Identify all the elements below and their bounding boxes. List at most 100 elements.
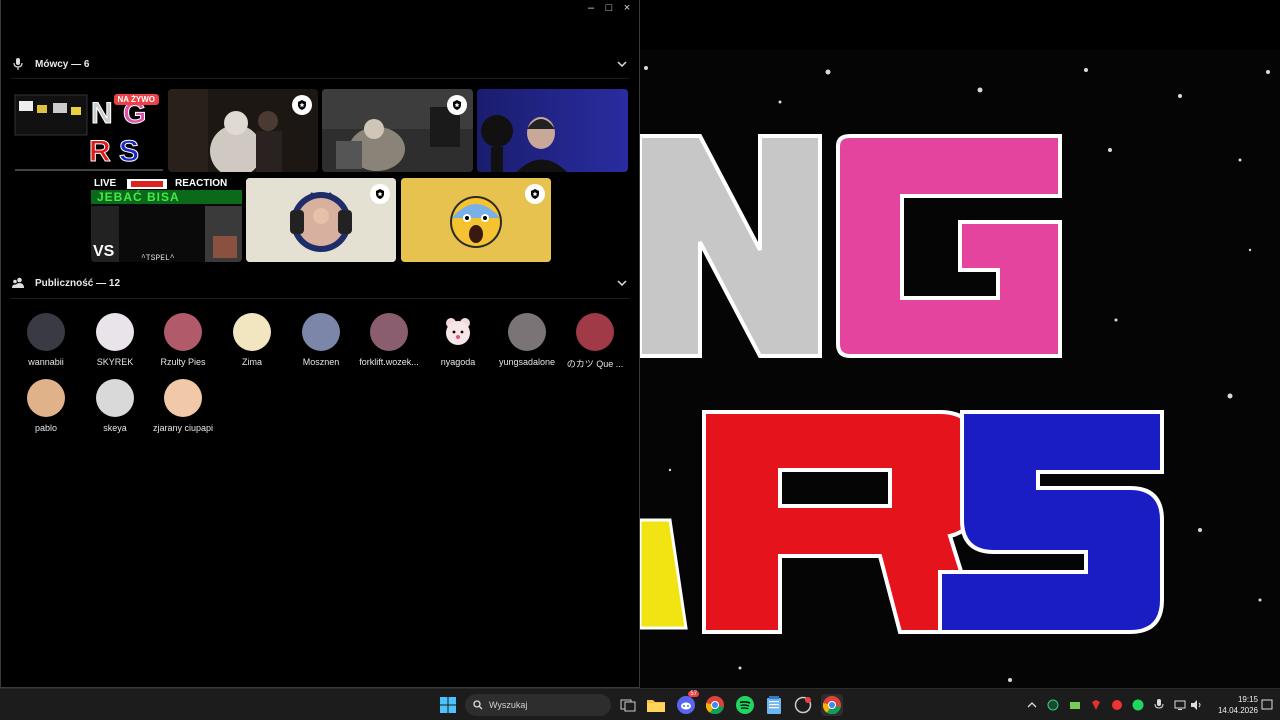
audience-member[interactable]: forklift.wozek...	[355, 313, 423, 367]
avatar	[164, 313, 202, 351]
reaction-label: REACTION	[175, 178, 228, 189]
speaker-tile-2[interactable]	[168, 89, 318, 172]
avatar	[370, 313, 408, 351]
member-name: Mosznen	[302, 357, 340, 367]
member-name: pablo	[34, 423, 58, 433]
audience-member[interactable]: のカツ Que ...	[561, 313, 629, 370]
notification-badge: 57	[688, 691, 699, 697]
speaker-tile-avatar-6[interactable]	[246, 178, 396, 262]
audience-member[interactable]: Rzulty Pies	[149, 313, 217, 367]
speaker-tile-stream[interactable]: N G R S NA ŻYWO	[13, 89, 165, 172]
member-name: forklift.wozek...	[359, 357, 419, 367]
audience-header[interactable]: Publiczność — 12	[11, 272, 629, 294]
clock[interactable]: 19:15 14.04.2026	[1206, 694, 1258, 716]
app-icon[interactable]	[792, 694, 814, 716]
microphone-icon[interactable]	[1152, 698, 1166, 712]
audience-title: Publiczność — 12	[35, 277, 121, 289]
audience-member[interactable]: Zima	[218, 313, 286, 367]
chevron-down-icon[interactable]	[615, 276, 629, 290]
close-button[interactable]: ×	[621, 2, 633, 14]
audience-member[interactable]: Mosznen	[287, 313, 355, 367]
reaction-caption: JEBAĆ BISA	[97, 190, 180, 204]
task-view-icon[interactable]	[617, 694, 639, 716]
shield-icon	[447, 95, 467, 115]
network-icon[interactable]	[1173, 698, 1187, 712]
member-name: Rzulty Pies	[160, 357, 206, 367]
notifications-icon[interactable]	[1260, 698, 1274, 712]
spotify-tray-icon[interactable]	[1131, 698, 1145, 712]
stage-window: – □ × Mówcy — 6 N G R S NA ŻYWO VS ^TSPE…	[0, 0, 640, 688]
chevron-down-icon[interactable]	[615, 57, 629, 71]
tray-app-icon[interactable]	[1089, 698, 1103, 712]
svg-text:N: N	[91, 97, 113, 130]
audience-member[interactable]: pablo	[12, 379, 80, 433]
speaker-tile-avatar-7[interactable]	[401, 178, 551, 262]
search-placeholder: Wyszukaj	[489, 700, 528, 710]
divider	[11, 78, 629, 79]
member-name: Zima	[242, 357, 262, 367]
shield-icon	[525, 184, 545, 204]
avatar	[96, 379, 134, 417]
people-icon	[11, 276, 25, 290]
avatar	[439, 313, 477, 351]
member-name: nyagoda	[440, 357, 476, 367]
avatar	[302, 313, 340, 351]
avatar	[508, 313, 546, 351]
volume-icon[interactable]	[1189, 698, 1203, 712]
avatar	[96, 313, 134, 351]
start-button[interactable]	[437, 694, 459, 716]
speakers-header[interactable]: Mówcy — 6	[11, 53, 629, 75]
spotify-icon[interactable]	[734, 694, 756, 716]
audience-member[interactable]: SKYREK	[81, 313, 149, 367]
member-name: yungsadalone	[498, 357, 556, 367]
window-controls: – □ ×	[579, 0, 639, 16]
member-name: wannabii	[28, 357, 64, 367]
maximize-button[interactable]: □	[603, 2, 615, 14]
microphone-icon	[11, 57, 25, 71]
shield-icon	[292, 95, 312, 115]
chevron-up-icon[interactable]	[1025, 698, 1039, 712]
video-player[interactable]	[640, 0, 1280, 688]
avatar	[27, 379, 65, 417]
clock-time: 19:15	[1237, 695, 1258, 704]
speakers-title: Mówcy — 6	[35, 58, 90, 70]
audience-member[interactable]: skeya	[81, 379, 149, 433]
speaker-tile-3[interactable]	[322, 89, 473, 172]
svg-text:VS: VS	[93, 243, 115, 260]
avatar	[576, 313, 614, 351]
live-badge: NA ŻYWO	[113, 94, 159, 105]
taskbar-search[interactable]: Wyszukaj	[465, 694, 611, 716]
svg-text:^TSPEL^: ^TSPEL^	[141, 254, 175, 262]
minimize-button[interactable]: –	[585, 2, 597, 14]
divider	[11, 298, 629, 299]
svg-text:S: S	[119, 135, 139, 168]
avatar	[233, 313, 271, 351]
speaker-tile-4[interactable]	[477, 89, 628, 172]
avatar	[27, 313, 65, 351]
live-label: LIVE	[94, 178, 117, 189]
clock-date: 14.04.2026	[1217, 706, 1258, 715]
member-name: zjarany ciupapi	[152, 423, 214, 433]
member-name: のカツ Que ...	[566, 359, 624, 369]
member-name: SKYREK	[96, 357, 134, 367]
notepad-icon[interactable]	[763, 694, 785, 716]
audience-member[interactable]: wannabii	[12, 313, 80, 367]
tray-app-icon[interactable]	[1046, 698, 1060, 712]
speaker-tile-reaction[interactable]: VS ^TSPEL^ LIVE REACTION JEBAĆ BISA	[91, 178, 242, 262]
chrome-active-icon[interactable]	[821, 694, 843, 716]
tray-app-icon[interactable]	[1110, 698, 1124, 712]
video-frame	[640, 0, 1280, 688]
avatar	[164, 379, 202, 417]
audience-member[interactable]: nyagoda	[424, 313, 492, 367]
shield-icon	[370, 184, 390, 204]
file-explorer-icon[interactable]	[645, 694, 667, 716]
search-icon	[473, 700, 483, 710]
svg-text:R: R	[89, 135, 111, 168]
audience-member[interactable]: zjarany ciupapi	[149, 379, 217, 433]
audience-member[interactable]: yungsadalone	[493, 313, 561, 367]
tray-app-icon[interactable]	[1068, 698, 1082, 712]
taskbar: Wyszukaj 57 19:15 14.04.2026	[0, 688, 1280, 720]
member-name: skeya	[103, 423, 127, 433]
chrome-icon[interactable]	[704, 694, 726, 716]
discord-icon[interactable]: 57	[675, 691, 699, 716]
